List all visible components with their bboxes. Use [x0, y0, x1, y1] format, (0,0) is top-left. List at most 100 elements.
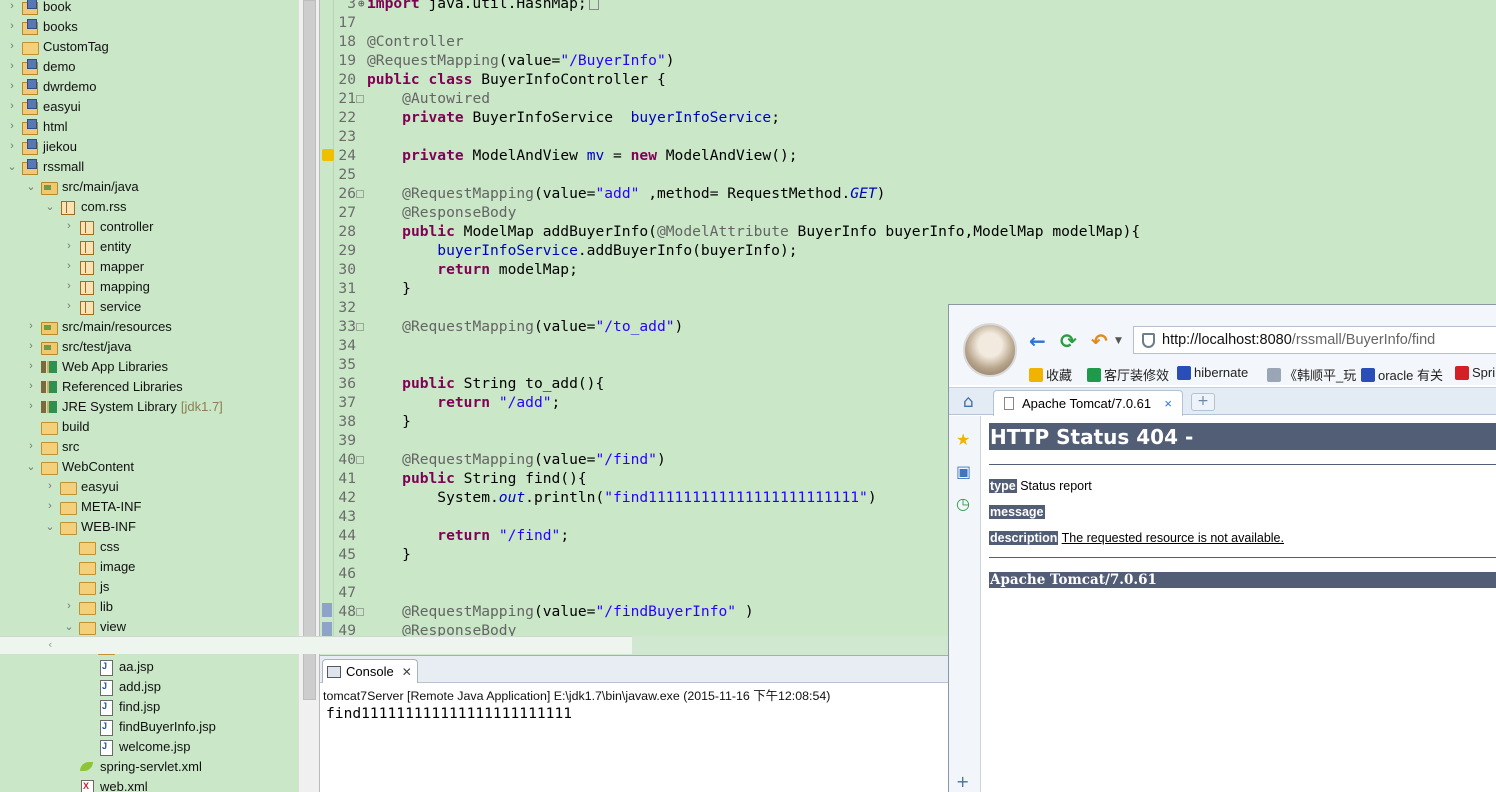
chevron-down-icon[interactable]: ⌄ [6, 160, 18, 173]
fold-toggle-icon[interactable] [356, 608, 364, 616]
chevron-right-icon[interactable]: › [25, 340, 37, 352]
code-line[interactable]: 25 [334, 165, 367, 184]
bookmark-item[interactable]: 收藏 [1029, 365, 1072, 384]
tree-item[interactable]: › demo [6, 56, 76, 76]
code-line[interactable]: 33 @RequestMapping(value="/to_add") [334, 317, 683, 336]
code-line[interactable]: 28 public ModelMap addBuyerInfo(@ModelAt… [334, 222, 1140, 241]
console-output[interactable]: find111111111111111111111111 [326, 705, 572, 722]
tree-item[interactable]: ⌄ WEB-INF [44, 516, 136, 536]
code-line[interactable]: 42 System.out.println("find1111111111111… [334, 488, 876, 507]
code-line[interactable]: 18 @Controller [334, 32, 463, 51]
chevron-right-icon[interactable]: › [6, 120, 18, 132]
tree-item[interactable]: ⌄ rssmall [6, 156, 84, 176]
tree-item[interactable]: spring-servlet.xml [63, 756, 202, 776]
tree-item[interactable]: › controller [63, 216, 153, 236]
chevron-right-icon[interactable]: › [44, 480, 56, 492]
fold-toggle-icon[interactable] [356, 323, 364, 331]
tree-item[interactable]: findBuyerInfo.jsp [82, 716, 216, 736]
tree-item[interactable]: aa.jsp [82, 656, 154, 676]
code-line[interactable]: 44 return "/find"; [334, 526, 569, 545]
tree-item[interactable]: › entity [63, 236, 131, 256]
code-line[interactable]: 21 @Autowired [334, 89, 490, 108]
tree-item[interactable]: › src/test/java [25, 336, 131, 356]
code-line[interactable]: 35 [334, 355, 367, 374]
fold-toggle-icon[interactable] [356, 456, 364, 464]
chevron-right-icon[interactable]: › [6, 80, 18, 92]
chevron-right-icon[interactable]: › [25, 400, 37, 412]
chevron-right-icon[interactable]: › [63, 280, 75, 292]
close-icon[interactable]: ✕ [402, 665, 412, 679]
code-line[interactable]: 37 return "/add"; [334, 393, 560, 412]
tab-console[interactable]: Console ✕ [322, 659, 418, 683]
expand-fold-icon[interactable]: ⊕ [358, 0, 365, 13]
code-line[interactable]: 31 } [334, 279, 411, 298]
code-line[interactable]: 27 @ResponseBody [334, 203, 516, 222]
chevron-right-icon[interactable]: › [63, 300, 75, 312]
chevron-right-icon[interactable]: › [25, 360, 37, 372]
close-icon[interactable]: × [1164, 396, 1172, 411]
bookmark-item[interactable]: oracle 有关 [1361, 365, 1443, 384]
chevron-down-icon[interactable]: ⌄ [44, 520, 56, 533]
tree-item[interactable]: › CustomTag [6, 36, 109, 56]
tree-item[interactable]: › books [6, 16, 78, 36]
chevron-down-icon[interactable]: ⌄ [25, 180, 37, 193]
code-line[interactable]: 26 @RequestMapping(value="add" ,method= … [334, 184, 885, 203]
bookmark-item[interactable]: 客厅装修效 [1087, 365, 1169, 384]
chevron-right-icon[interactable]: › [6, 0, 18, 12]
new-tab-button[interactable]: + [1191, 393, 1215, 411]
debug-marker-icon[interactable] [322, 603, 332, 617]
chevron-right-icon[interactable]: › [6, 140, 18, 152]
home-icon[interactable]: ⌂ [963, 392, 974, 412]
chevron-right-icon[interactable]: › [25, 380, 37, 392]
code-line[interactable]: 34 [334, 336, 367, 355]
tree-item[interactable]: build [25, 416, 89, 436]
code-line[interactable]: 46 [334, 564, 367, 583]
fold-toggle-icon[interactable] [356, 95, 364, 103]
tree-item[interactable]: › easyui [6, 96, 81, 116]
tree-item[interactable]: ⌄ src/main/java [25, 176, 139, 196]
code-line[interactable]: 49 @ResponseBody [334, 621, 516, 636]
tree-item[interactable]: › JRE System Library [jdk1.7] [25, 396, 223, 416]
explorer-scroll-thumb[interactable] [303, 0, 316, 700]
browser-tab[interactable]: Apache Tomcat/7.0.61 × [993, 390, 1183, 416]
tree-item[interactable]: › Web App Libraries [25, 356, 168, 376]
history-clock-icon[interactable]: ◷ [956, 494, 970, 513]
tree-item[interactable]: css [63, 536, 120, 556]
folded-code-box-icon[interactable] [588, 0, 599, 10]
tree-item[interactable]: add.jsp [82, 676, 161, 696]
code-line[interactable]: 20 public class BuyerInfoController { [334, 70, 665, 89]
code-line[interactable]: 32 [334, 298, 367, 317]
tree-item[interactable]: › META-INF [44, 496, 141, 516]
tree-item[interactable]: › src [25, 436, 79, 456]
tree-item[interactable]: ⌄ WebContent [25, 456, 134, 476]
chevron-right-icon[interactable]: › [63, 600, 75, 612]
tree-item[interactable]: ⌄ view [63, 616, 126, 636]
chevron-down-icon[interactable]: ⌄ [44, 200, 56, 213]
code-line[interactable]: 36 public String to_add(){ [334, 374, 604, 393]
debug-marker-icon[interactable] [322, 622, 332, 636]
tree-item[interactable]: › easyui [44, 476, 119, 496]
chevron-right-icon[interactable]: › [63, 240, 75, 252]
fold-toggle-icon[interactable] [356, 190, 364, 198]
tree-item[interactable]: js [63, 576, 109, 596]
chevron-right-icon[interactable]: › [63, 260, 75, 272]
code-line[interactable]: 30 return modelMap; [334, 260, 577, 279]
tree-item[interactable]: › mapper [63, 256, 144, 276]
add-icon[interactable]: + [956, 772, 969, 791]
tree-item[interactable]: › service [63, 296, 141, 316]
code-line[interactable]: 24 private ModelAndView mv = new ModelAn… [334, 146, 797, 165]
bookmark-item[interactable]: hibernate [1177, 365, 1248, 380]
undo-button[interactable]: ↶ [1091, 329, 1108, 353]
warning-marker-icon[interactable] [322, 149, 334, 161]
code-line[interactable]: 23 [334, 127, 367, 146]
chevron-down-icon[interactable]: ⌄ [63, 620, 75, 633]
chevron-right-icon[interactable]: › [6, 40, 18, 52]
code-line[interactable]: 41 public String find(){ [334, 469, 586, 488]
code-line[interactable]: 39 [334, 431, 367, 450]
tree-item[interactable]: find.jsp [82, 696, 160, 716]
chevron-right-icon[interactable]: › [25, 320, 37, 332]
explorer-scrollbar[interactable] [298, 0, 320, 792]
tree-item[interactable]: › book [6, 0, 71, 16]
tree-item[interactable]: welcome.jsp [82, 736, 191, 756]
tree-item[interactable]: › src/main/resources [25, 316, 172, 336]
